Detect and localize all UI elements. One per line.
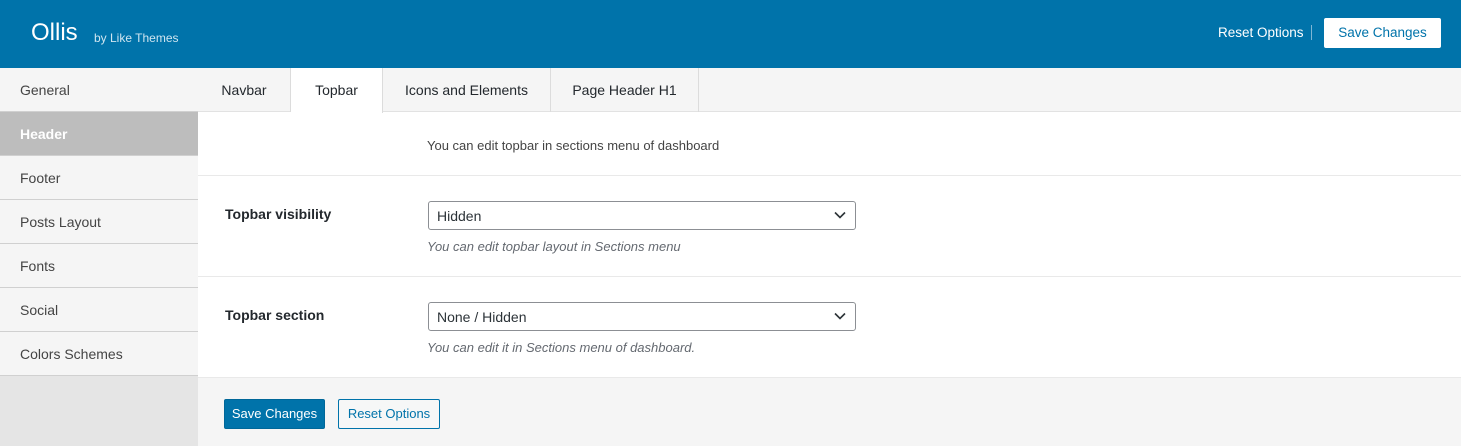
theme-byline: by Like Themes xyxy=(94,31,179,45)
save-changes-button-bottom[interactable]: Save Changes xyxy=(224,399,325,429)
sidebar-item-fonts[interactable]: Fonts xyxy=(0,244,198,288)
topbar-visibility-row: Topbar visibility Hidden You can edit to… xyxy=(198,176,1461,277)
sidebar-item-general[interactable]: General xyxy=(0,68,198,112)
theme-title: Ollis xyxy=(31,19,78,46)
top-header: Ollis by Like Themes Reset Options Save … xyxy=(0,0,1461,68)
chevron-down-icon xyxy=(834,312,846,320)
topbar-section-row: Topbar section None / Hidden You can edi… xyxy=(198,277,1461,378)
sidebar-item-colors-schemes[interactable]: Colors Schemes xyxy=(0,332,198,376)
topbar-visibility-select[interactable]: Hidden xyxy=(428,201,856,230)
sidebar: General Header Footer Posts Layout Fonts… xyxy=(0,68,198,446)
topbar-section-value: None / Hidden xyxy=(437,309,527,325)
tab-bar: Navbar Topbar Icons and Elements Page He… xyxy=(198,68,1461,113)
save-changes-button[interactable]: Save Changes xyxy=(1324,18,1441,48)
main-panel: Navbar Topbar Icons and Elements Page He… xyxy=(198,68,1461,446)
topbar-section-label: Topbar section xyxy=(225,307,325,323)
topbar-section-description: You can edit it in Sections menu of dash… xyxy=(427,340,696,355)
sidebar-item-header[interactable]: Header xyxy=(0,112,198,156)
reset-options-link[interactable]: Reset Options xyxy=(1218,25,1304,41)
tab-topbar[interactable]: Topbar xyxy=(291,68,383,113)
form-actions: Save Changes Reset Options xyxy=(198,378,1461,446)
tab-icons-and-elements[interactable]: Icons and Elements xyxy=(383,68,551,112)
info-row: You can edit topbar in sections menu of … xyxy=(198,112,1461,176)
topbar-visibility-description: You can edit topbar layout in Sections m… xyxy=(427,239,681,254)
sidebar-item-social[interactable]: Social xyxy=(0,288,198,332)
tab-navbar[interactable]: Navbar xyxy=(198,68,291,112)
topbar-visibility-value: Hidden xyxy=(437,208,482,224)
sidebar-item-posts-layout[interactable]: Posts Layout xyxy=(0,200,198,244)
topbar-note: You can edit topbar in sections menu of … xyxy=(427,138,720,153)
header-divider xyxy=(1311,25,1312,40)
tab-page-header-h1[interactable]: Page Header H1 xyxy=(551,68,699,112)
sidebar-item-footer[interactable]: Footer xyxy=(0,156,198,200)
topbar-visibility-label: Topbar visibility xyxy=(225,206,332,222)
reset-options-button[interactable]: Reset Options xyxy=(338,399,440,429)
chevron-down-icon xyxy=(834,211,846,219)
topbar-section-select[interactable]: None / Hidden xyxy=(428,302,856,331)
